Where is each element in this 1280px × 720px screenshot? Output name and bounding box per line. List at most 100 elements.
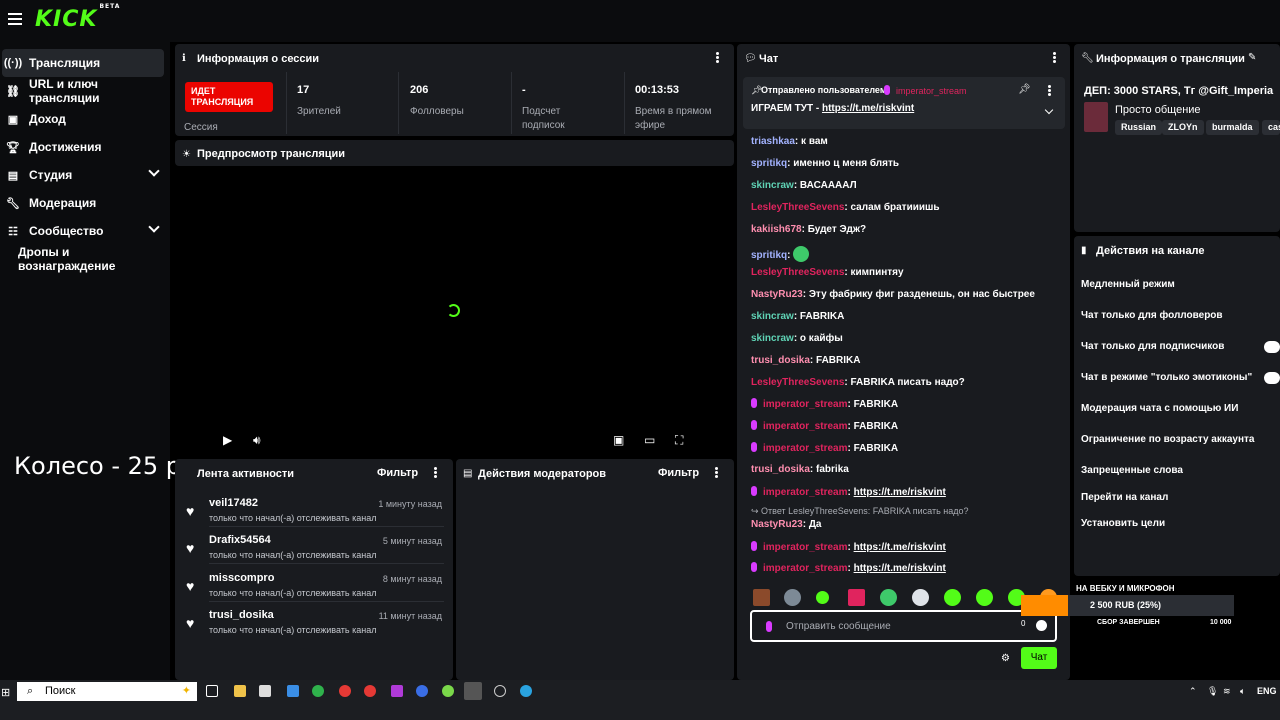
pinned-user[interactable]: imperator_stream: [884, 85, 967, 96]
feed-username[interactable]: misscompro: [209, 572, 274, 584]
sidebar-item-studio[interactable]: ▤ Студия: [2, 161, 164, 189]
action-emote-only[interactable]: Чат в режиме "только эмотиконы": [1081, 372, 1252, 383]
more-icon[interactable]: [715, 467, 718, 478]
chat-username[interactable]: trusi_dosika: [751, 355, 810, 366]
chat-username[interactable]: spritikq: [751, 158, 787, 169]
taskbar-search[interactable]: ⌕ Поиск ✦: [17, 682, 197, 701]
sidebar-item-broadcast[interactable]: ((·)) Трансляция: [2, 49, 164, 77]
kick-logo[interactable]: KICKBETA: [35, 3, 119, 32]
chat-username[interactable]: imperator_stream: [763, 399, 847, 410]
activity-filter-button[interactable]: Фильтр: [377, 467, 418, 479]
opera-icon[interactable]: [364, 685, 376, 697]
windows-start-icon[interactable]: ⊞: [1, 686, 10, 699]
pinned-link[interactable]: https://t.me/riskvint: [822, 103, 914, 114]
yandex-icon[interactable]: [339, 685, 351, 697]
feed-username[interactable]: Drafix54564: [209, 534, 271, 546]
chat-username[interactable]: kakiish678: [751, 224, 802, 235]
chevron-down-icon[interactable]: [1044, 105, 1054, 115]
app-icon[interactable]: [416, 685, 428, 697]
sidebar-item-url-key[interactable]: ⛓ URL и ключ трансляции: [2, 77, 164, 105]
chat-username[interactable]: triashkaa: [751, 136, 795, 147]
emote-icon[interactable]: [753, 589, 770, 606]
sidebar-item-revenue[interactable]: ▣ Доход: [2, 105, 164, 133]
file-explorer-icon[interactable]: [234, 685, 246, 697]
stream-category[interactable]: Просто общение: [1115, 104, 1201, 116]
telegram-icon[interactable]: [520, 685, 532, 697]
wifi-icon[interactable]: ≋: [1223, 686, 1231, 697]
emote-only-toggle[interactable]: [1264, 372, 1280, 384]
chevron-down-icon[interactable]: [148, 165, 160, 177]
stream-tag[interactable]: ZLOYn: [1162, 120, 1204, 135]
app-icon[interactable]: [494, 685, 506, 697]
feed-username[interactable]: trusi_dosika: [209, 609, 274, 621]
chat-username[interactable]: imperator_stream: [763, 563, 847, 574]
stream-tag[interactable]: Russian: [1115, 120, 1163, 135]
action-go-to-channel[interactable]: Перейти на канал: [1081, 492, 1168, 503]
emote-icon[interactable]: [816, 591, 829, 604]
send-chat-button[interactable]: Чат: [1021, 647, 1057, 669]
app-icon[interactable]: [391, 685, 403, 697]
emote-icon[interactable]: [912, 589, 929, 606]
action-subscribers-only[interactable]: Чат только для подписчиков: [1081, 341, 1224, 352]
sidebar-item-drops[interactable]: Дропы и вознаграждение: [2, 245, 164, 273]
stream-tag[interactable]: burmalda: [1206, 120, 1259, 135]
chat-username[interactable]: imperator_stream: [763, 443, 847, 454]
emote-icon[interactable]: [976, 589, 993, 606]
emote-icon[interactable]: [880, 589, 897, 606]
task-view-icon[interactable]: [206, 685, 218, 697]
emote-icon[interactable]: [793, 246, 810, 262]
action-followers-only[interactable]: Чат только для фолловеров: [1081, 310, 1223, 321]
chat-username[interactable]: spritikq: [751, 250, 787, 261]
chat-username[interactable]: NastyRu23: [751, 519, 803, 530]
sidebar-item-moderation[interactable]: 🔧︎ Модерация: [2, 189, 164, 217]
action-ai-moderation[interactable]: Модерация чата с помощью ИИ: [1081, 403, 1238, 414]
chat-username[interactable]: skincraw: [751, 333, 794, 344]
fullscreen-icon[interactable]: ⛶: [675, 433, 683, 448]
emote-icon[interactable]: [848, 589, 865, 606]
active-app-icon[interactable]: [464, 682, 482, 700]
subscribers-only-toggle[interactable]: [1264, 341, 1280, 353]
sidebar-item-community[interactable]: ☷ Сообщество: [2, 217, 164, 245]
chat-link[interactable]: https://t.me/riskvint: [854, 487, 946, 498]
more-icon[interactable]: [434, 467, 437, 478]
language-indicator[interactable]: ENG: [1257, 686, 1277, 696]
chat-username[interactable]: LesleyThreeSevens: [751, 202, 844, 213]
mod-filter-button[interactable]: Фильтр: [658, 467, 699, 479]
chat-username[interactable]: skincraw: [751, 311, 794, 322]
stream-tag[interactable]: cas: [1262, 120, 1280, 135]
chat-username[interactable]: imperator_stream: [763, 487, 847, 498]
chat-username[interactable]: trusi_dosika: [751, 464, 810, 475]
outlook-icon[interactable]: [287, 685, 299, 697]
settings-icon[interactable]: ⚙: [1001, 653, 1010, 664]
chat-username[interactable]: LesleyThreeSevens: [751, 377, 844, 388]
chat-link[interactable]: https://t.me/riskvint: [854, 542, 946, 553]
play-icon[interactable]: ▶: [223, 433, 232, 447]
sidebar-item-achievements[interactable]: 🏆︎ Достижения: [2, 133, 164, 161]
app-icon[interactable]: [442, 685, 454, 697]
action-account-age[interactable]: Ограничение по возрасту аккаунта: [1081, 434, 1255, 445]
chat-input[interactable]: Отправить сообщение 0: [750, 610, 1057, 642]
pip-icon[interactable]: ▣: [613, 433, 624, 447]
action-banned-words[interactable]: Запрещенные слова: [1081, 465, 1183, 476]
menu-icon[interactable]: [8, 13, 22, 25]
chat-username[interactable]: skincraw: [751, 180, 794, 191]
action-set-goals[interactable]: Установить цели: [1081, 518, 1165, 529]
feed-username[interactable]: veil17482: [209, 497, 258, 509]
unpin-icon[interactable]: 📌︎: [1018, 84, 1031, 95]
chevron-down-icon[interactable]: [148, 221, 160, 233]
volume-icon[interactable]: 🔊︎: [253, 433, 261, 448]
speaker-icon[interactable]: 🔈︎: [1240, 686, 1245, 697]
chat-username[interactable]: imperator_stream: [763, 542, 847, 553]
chat-username[interactable]: NastyRu23: [751, 289, 803, 300]
chrome-icon[interactable]: [312, 685, 324, 697]
edit-icon[interactable]: ✎: [1248, 52, 1256, 63]
chevron-up-icon[interactable]: ⌃: [1189, 686, 1197, 697]
emote-icon[interactable]: [944, 589, 961, 606]
category-thumbnail[interactable]: [1084, 102, 1108, 132]
chat-username[interactable]: imperator_stream: [763, 421, 847, 432]
more-icon[interactable]: [1053, 52, 1056, 63]
chat-link[interactable]: https://t.me/riskvint: [854, 563, 946, 574]
emote-icon[interactable]: [784, 589, 801, 606]
store-icon[interactable]: [259, 685, 271, 697]
more-icon[interactable]: [1048, 85, 1051, 96]
